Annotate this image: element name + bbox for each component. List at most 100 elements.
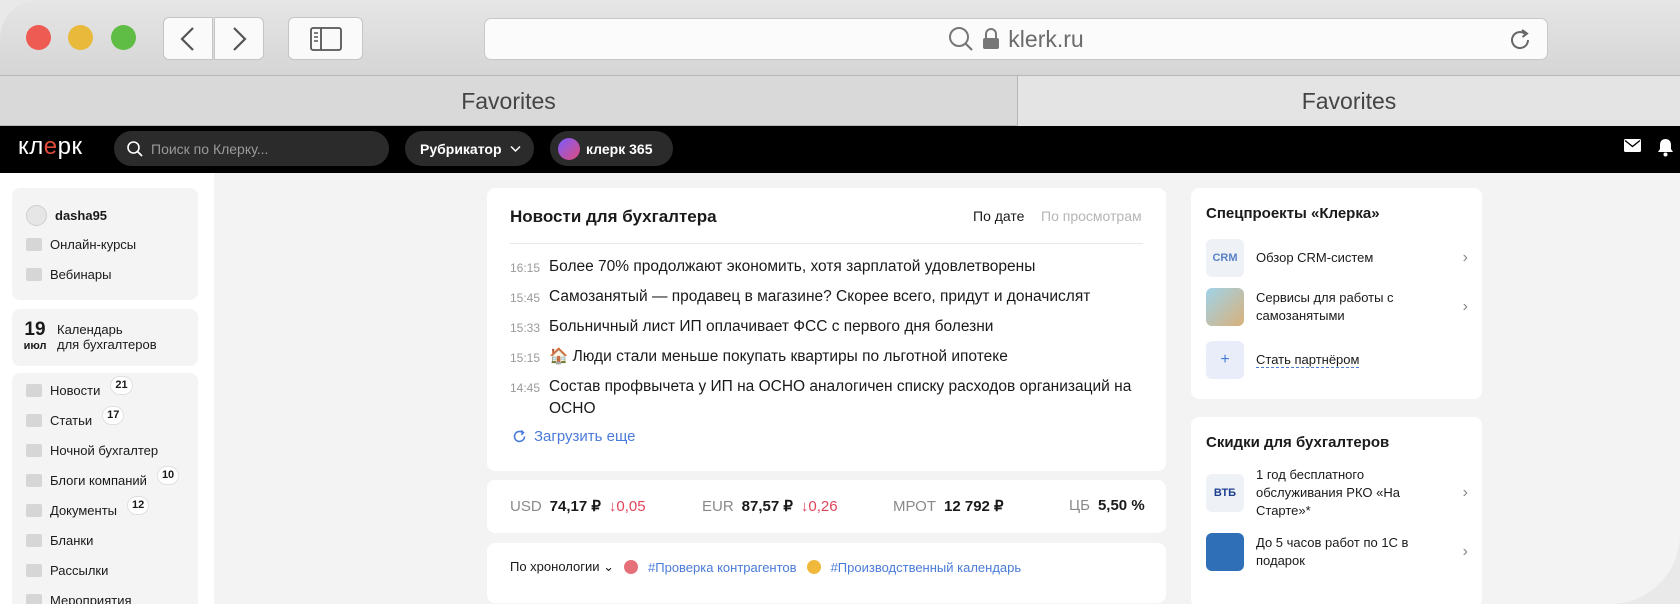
rubricator-dropdown[interactable]: Рубрикатор — [405, 131, 534, 166]
count-badge: 17 — [102, 406, 125, 425]
feed-filter-panel: По хронологии ⌄ #Проверка контрагентов #… — [487, 543, 1166, 603]
plus-icon: + — [1206, 341, 1244, 379]
sidebar-item-label: Вебинары — [50, 267, 112, 282]
sidebar-toggle-button[interactable] — [288, 17, 363, 60]
back-button[interactable] — [163, 17, 213, 60]
monitor-icon — [26, 268, 42, 281]
refresh-icon — [513, 429, 526, 443]
sort-by-views-tab[interactable]: По просмотрам — [1041, 208, 1142, 224]
load-more-button[interactable]: Загрузить еще — [512, 428, 636, 445]
feed-sort-dropdown[interactable]: По хронологии ⌄ — [510, 559, 614, 575]
vtb-logo-icon: ВТБ — [1206, 474, 1244, 512]
special-item-selfemployed[interactable]: Сервисы для работы с самозанятыми › — [1206, 288, 1468, 326]
special-item-label: Стать партнёром — [1256, 352, 1360, 368]
accountant-calendar-link[interactable]: 19 июл Календарь для бухгалтеров — [12, 309, 198, 366]
sidebar-item-documents[interactable]: Документы 12 — [26, 496, 150, 518]
exchange-rates-panel: USD 74,17 ₽ ↓0,05 EUR 87,57 ₽ ↓0,26 МРОТ… — [487, 480, 1166, 533]
tag-link[interactable]: #Производственный календарь — [831, 560, 1022, 575]
sidebar-item-label: Рассылки — [50, 563, 109, 578]
mail-icon — [26, 564, 42, 577]
news-item[interactable]: 14:45 Состав профвычета у ИП на ОСНО ана… — [510, 376, 1150, 420]
url-text: klerk.ru — [1008, 25, 1084, 52]
count-badge: 12 — [127, 496, 150, 515]
search-input[interactable] — [151, 140, 371, 157]
bell-icon[interactable] — [1657, 138, 1674, 157]
klerk-logo[interactable]: клерк — [18, 133, 83, 161]
count-badge: 21 — [110, 376, 133, 395]
special-item-crm[interactable]: CRM Обзор CRM-систем › — [1206, 239, 1468, 277]
calendar-label: Календарь для бухгалтеров — [57, 322, 157, 352]
browser-toolbar: klerk.ru — [0, 0, 1680, 76]
sidebar-item-events[interactable]: Мероприятия — [26, 593, 132, 604]
rubricator-label: Рубрикатор — [420, 140, 502, 157]
site-search[interactable] — [114, 131, 389, 166]
sidebar-item-mailings[interactable]: Рассылки — [26, 563, 108, 578]
special-item-label: Обзор CRM-систем — [1256, 250, 1374, 265]
news-title-link[interactable]: Больничный лист ИП оплачивает ФСС с перв… — [549, 316, 1150, 339]
browser-window: klerk.ru Favorites Favorites клерк Рубри… — [0, 0, 1680, 604]
lock-icon — [983, 28, 1000, 49]
discounts-panel: Скидки для бухгалтеров ВТБ 1 год бесплат… — [1191, 417, 1482, 604]
sidebar-item-label: Новости — [50, 383, 101, 398]
news-item[interactable]: 15:33 Больничный лист ИП оплачивает ФСС … — [510, 316, 1150, 339]
user-card: dasha95 Онлайн-курсы Вебинары — [12, 188, 198, 300]
sidebar-nav: Новости 21 Статьи 17 Ночной бухгалтер Бл… — [12, 373, 198, 604]
discount-item-label: До 5 часов работ по 1С в подарок — [1256, 535, 1409, 568]
sidebar-icon — [309, 26, 342, 51]
user-profile-link[interactable]: dasha95 — [26, 205, 107, 226]
forward-button[interactable] — [214, 17, 264, 60]
close-window-button[interactable] — [26, 25, 51, 50]
news-item[interactable]: 15:15 🏠 Люди стали меньше покупать кварт… — [510, 346, 1150, 369]
sidebar-item-articles[interactable]: Статьи 17 — [26, 406, 125, 428]
zoom-window-button[interactable] — [111, 25, 136, 50]
news-item[interactable]: 16:15 Более 70% продолжают экономить, хо… — [510, 256, 1150, 279]
rate-mrot: МРОТ 12 792 ₽ — [893, 498, 1004, 515]
tab-favorites-2[interactable]: Favorites — [1018, 76, 1680, 126]
calendar-month: июл — [23, 340, 47, 352]
news-time: 14:45 — [510, 381, 541, 395]
folder-icon — [26, 504, 42, 517]
sidebar-item-label: Документы — [50, 503, 118, 518]
sidebar-item-night-accountant[interactable]: Ночной бухгалтер — [26, 443, 158, 458]
news-title-link[interactable]: Самозанятый — продавец в магазине? Скоре… — [549, 286, 1150, 309]
address-bar[interactable]: klerk.ru — [484, 18, 1548, 60]
crm-icon: CRM — [1206, 239, 1244, 277]
sidebar-item-forms[interactable]: Бланки — [26, 533, 93, 548]
news-title-link[interactable]: Более 70% продолжают экономить, хотя зар… — [549, 256, 1150, 279]
sort-by-date-tab[interactable]: По дате — [973, 208, 1024, 224]
klerk365-button[interactable]: клерк 365 — [550, 131, 673, 166]
left-sidebar: dasha95 Онлайн-курсы Вебинары 19 июл Кал… — [0, 173, 214, 604]
minimize-window-button[interactable] — [68, 25, 93, 50]
sidebar-item-label: Мероприятия — [50, 593, 132, 604]
event-icon — [26, 594, 42, 604]
service-logo-icon — [1206, 533, 1244, 571]
sidebar-item-webinars[interactable]: Вебинары — [26, 267, 111, 282]
sidebar-item-company-blogs[interactable]: Блоги компаний 10 — [26, 466, 180, 488]
tab-favorites-1[interactable]: Favorites — [0, 76, 1018, 126]
chevron-right-icon: › — [1462, 298, 1468, 315]
news-time: 15:15 — [510, 351, 541, 365]
become-partner-link[interactable]: + Стать партнёром — [1206, 341, 1468, 379]
count-badge: 10 — [156, 466, 180, 485]
news-item[interactable]: 15:45 Самозанятый — продавец в магазине?… — [510, 286, 1150, 309]
sidebar-item-courses[interactable]: Онлайн-курсы — [26, 237, 136, 252]
calendar-day: 19 — [24, 319, 46, 340]
tag-link[interactable]: #Проверка контрагентов — [648, 560, 797, 575]
news-title-link[interactable]: 🏠 Люди стали меньше покупать квартиры по… — [549, 346, 1150, 369]
page-content: dasha95 Онлайн-курсы Вебинары 19 июл Кал… — [0, 173, 1680, 604]
mail-icon[interactable] — [1624, 139, 1641, 152]
news-title-link[interactable]: Состав профвычета у ИП на ОСНО аналогиче… — [549, 376, 1150, 420]
favorites-bar: Favorites Favorites — [0, 76, 1680, 126]
moon-icon — [26, 444, 42, 457]
discount-item-vtb[interactable]: ВТБ 1 год бесплатного обслуживания РКО «… — [1206, 466, 1468, 520]
chevron-right-icon: › — [1462, 543, 1468, 560]
form-icon — [26, 534, 42, 547]
chevron-right-icon: › — [1462, 484, 1468, 501]
discount-item-1c[interactable]: До 5 часов работ по 1С в подарок › — [1206, 533, 1468, 571]
reload-icon[interactable] — [1507, 27, 1533, 53]
username: dasha95 — [55, 208, 108, 223]
sidebar-item-news[interactable]: Новости 21 — [26, 376, 133, 398]
avatar — [26, 205, 47, 226]
sidebar-item-label: Бланки — [50, 533, 94, 548]
special-item-label: Сервисы для работы с самозанятыми — [1256, 290, 1394, 323]
